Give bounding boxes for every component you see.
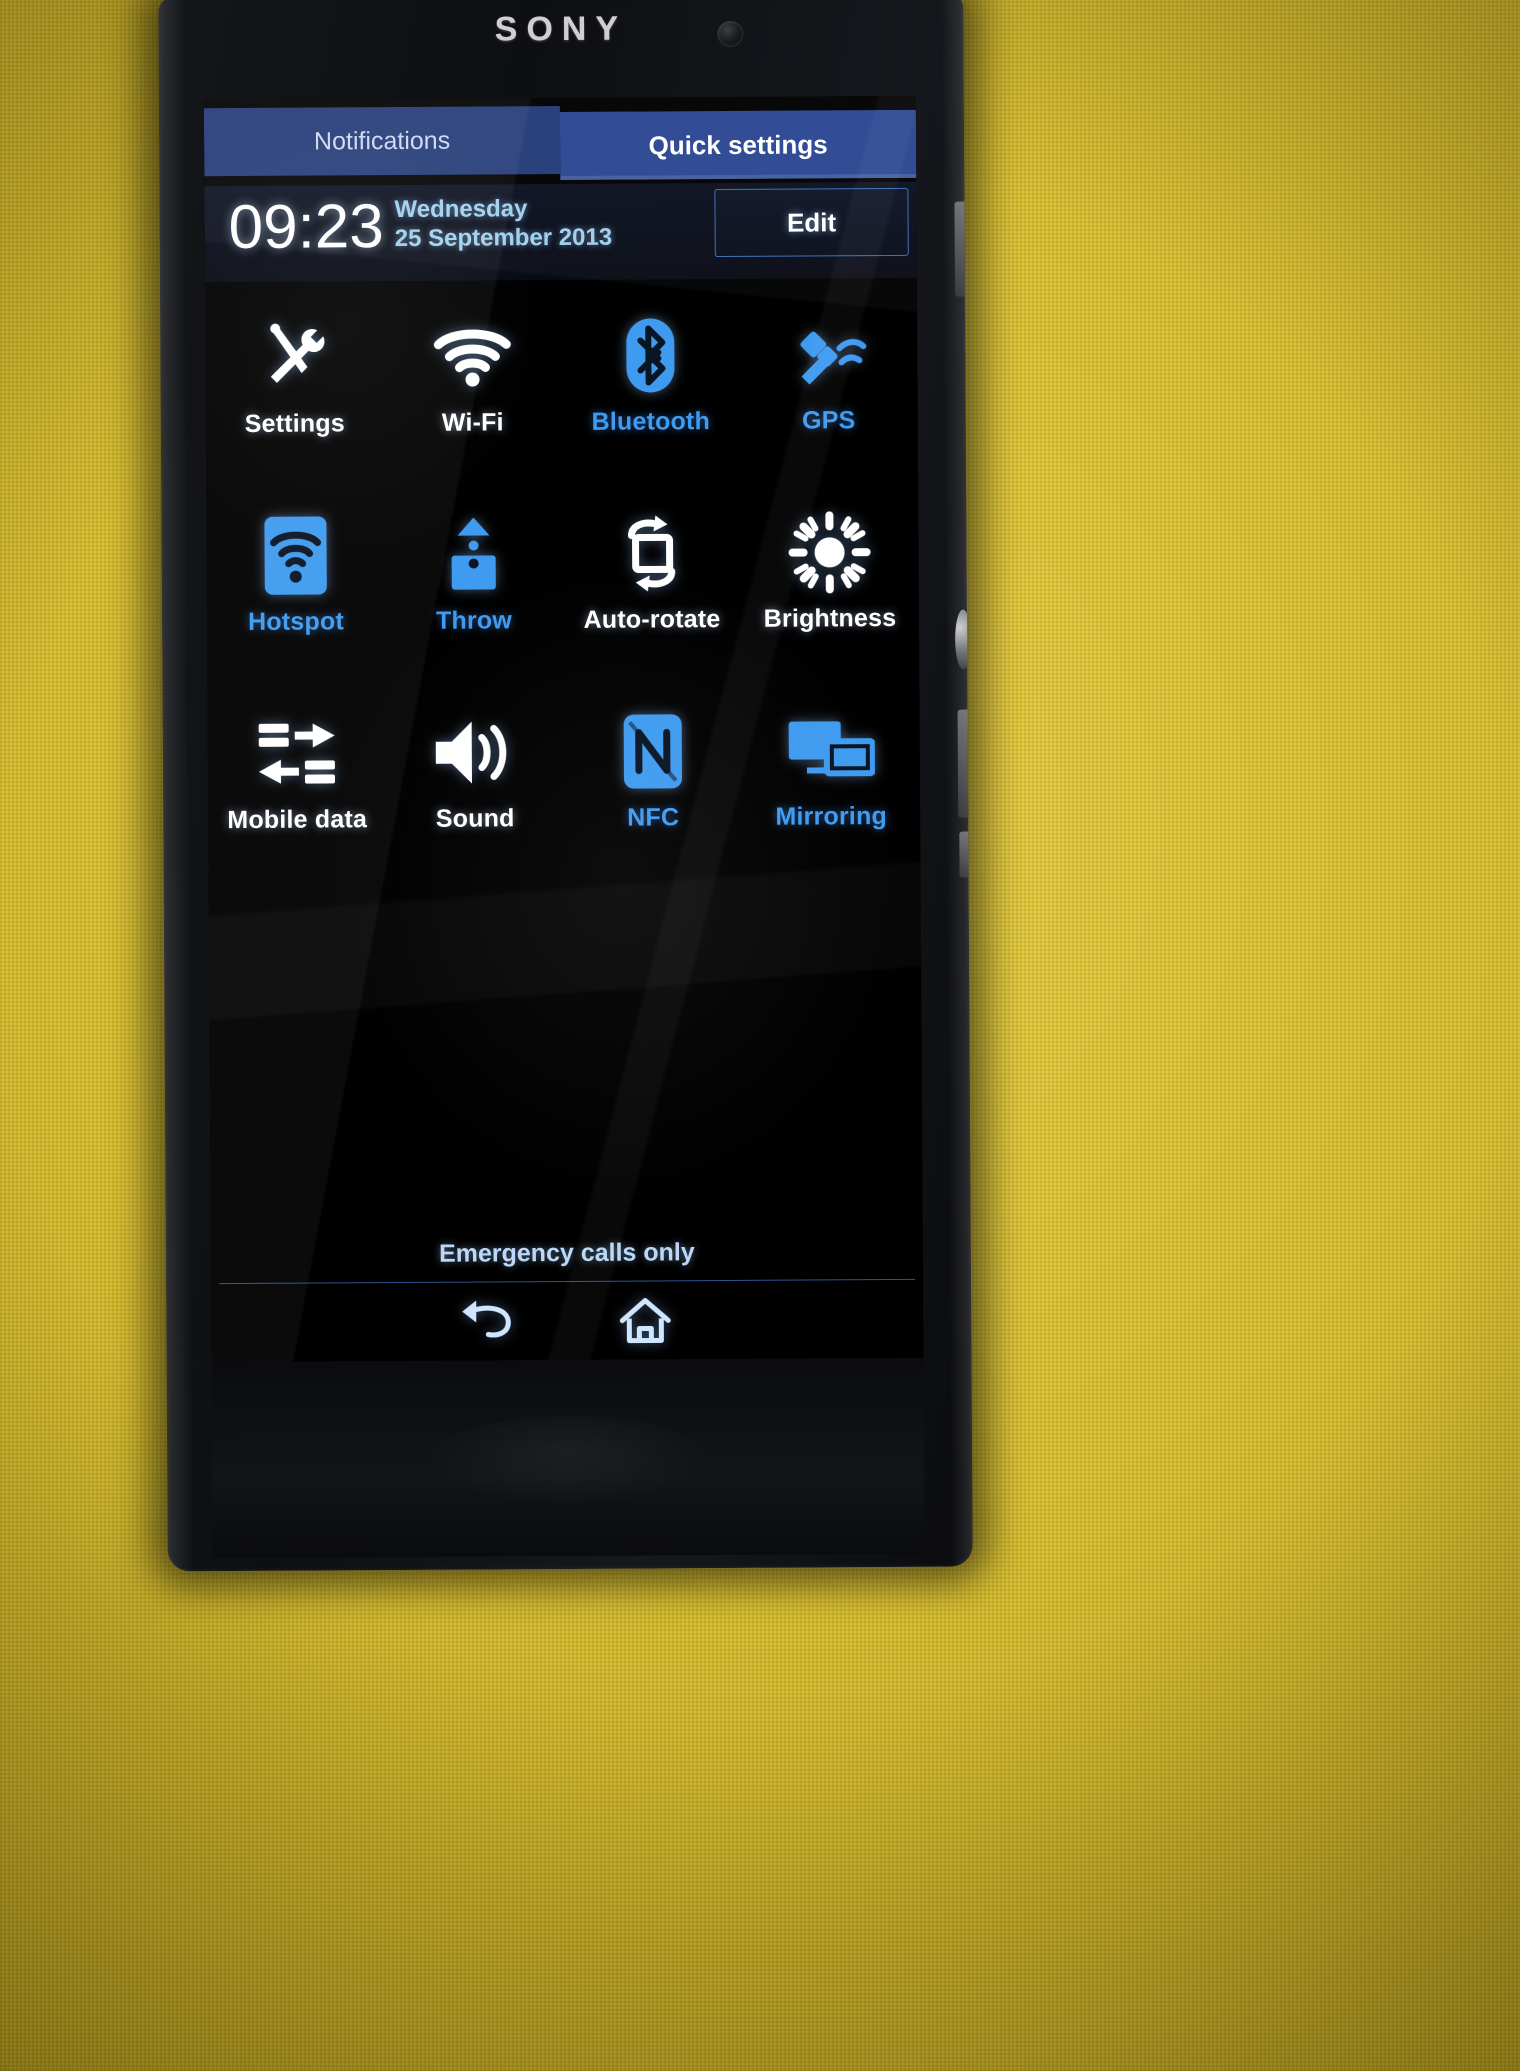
front-camera-icon [717,20,744,48]
quick-tile-label: Brightness [763,603,897,633]
tab-notifications[interactable]: Notifications [203,106,561,177]
quick-tile-label: Hotspot [248,607,345,636]
quick-tile-label: Sound [435,804,515,833]
date-block: Wednesday 25 September 2013 [394,194,612,254]
mobile-data-icon [255,707,340,800]
quick-tile-label: Wi-Fi [441,408,504,437]
quick-tile-auto-rotate[interactable]: Auto-rotate [562,485,741,684]
auto-rotate-icon [609,507,694,600]
quick-tile-mobile-data[interactable]: Mobile data [207,685,386,884]
edit-button[interactable]: Edit [714,187,909,258]
tab-quick-settings-label: Quick settings [648,128,828,160]
throw-cast-icon [437,508,510,600]
quick-tile-label: Mirroring [775,802,888,831]
day-name: Wednesday [394,195,528,224]
home-icon [618,1296,672,1344]
edit-button-label: Edit [786,206,837,238]
tab-quick-settings[interactable]: Quick settings [559,109,917,181]
quick-tile-mirroring[interactable]: Mirroring [741,682,920,881]
quick-settings-row: Mobile data Sound NFC Mirroring [207,682,920,884]
phone-bottom-bezel [211,1357,925,1559]
back-arrow-icon [458,1298,516,1344]
quick-tile-nfc[interactable]: NFC [563,683,742,882]
quick-settings-row: Settings Wi-Fi Bluetooth GPS [205,286,918,488]
quick-tile-label: Auto-rotate [583,605,721,634]
quick-tile-sound[interactable]: Sound [385,684,564,883]
wifi-icon [430,310,515,403]
quick-tile-gps[interactable]: GPS [739,286,918,485]
quick-tile-settings[interactable]: Settings [205,289,384,488]
navigation-bar [211,1280,923,1362]
quick-tile-label: Bluetooth [591,407,711,436]
sony-logo: SONY [494,9,628,49]
settings-tools-icon [256,311,333,403]
quick-tile-label: NFC [627,803,680,832]
date-full: 25 September 2013 [394,223,613,253]
quick-tile-label: Settings [244,409,346,438]
phone-screen: Notifications Quick settings 09:23 Wedne… [203,95,924,1363]
hotspot-icon [262,509,329,601]
clock-time: 09:23 [228,192,384,263]
nav-back-button[interactable] [211,1298,588,1346]
quick-tile-wifi[interactable]: Wi-Fi [383,288,562,487]
tab-notifications-label: Notifications [313,126,451,156]
sony-xperia-phone: SONY Notifications Quick settings 09:23 … [158,0,973,1572]
brightness-sun-icon [788,506,871,598]
sound-speaker-icon [432,706,519,799]
quick-settings-grid: Settings Wi-Fi Bluetooth GPS Hotspot Thr… [205,286,921,884]
quick-tile-hotspot[interactable]: Hotspot [206,487,385,686]
nfc-icon [620,705,687,797]
quick-tile-brightness[interactable]: Brightness [740,484,919,683]
quick-settings-row: Hotspot Throw Auto-rotate Brightness [206,484,919,686]
quick-tile-label: Mobile data [227,805,368,835]
notification-panel-tabs: Notifications Quick settings [203,104,917,181]
screen-mirroring-icon [787,704,876,797]
carrier-status-text: Emergency calls only [438,1238,695,1268]
quick-tile-label: GPS [802,406,856,435]
nav-home-button[interactable] [588,1295,923,1345]
quick-tile-throw[interactable]: Throw [384,486,563,685]
bluetooth-icon [618,309,683,401]
clock-header: 09:23 Wednesday 25 September 2013 Edit [204,181,917,283]
quick-tile-bluetooth[interactable]: Bluetooth [561,287,740,486]
quick-tile-label: Throw [435,606,513,635]
gps-satellite-icon [789,308,868,400]
